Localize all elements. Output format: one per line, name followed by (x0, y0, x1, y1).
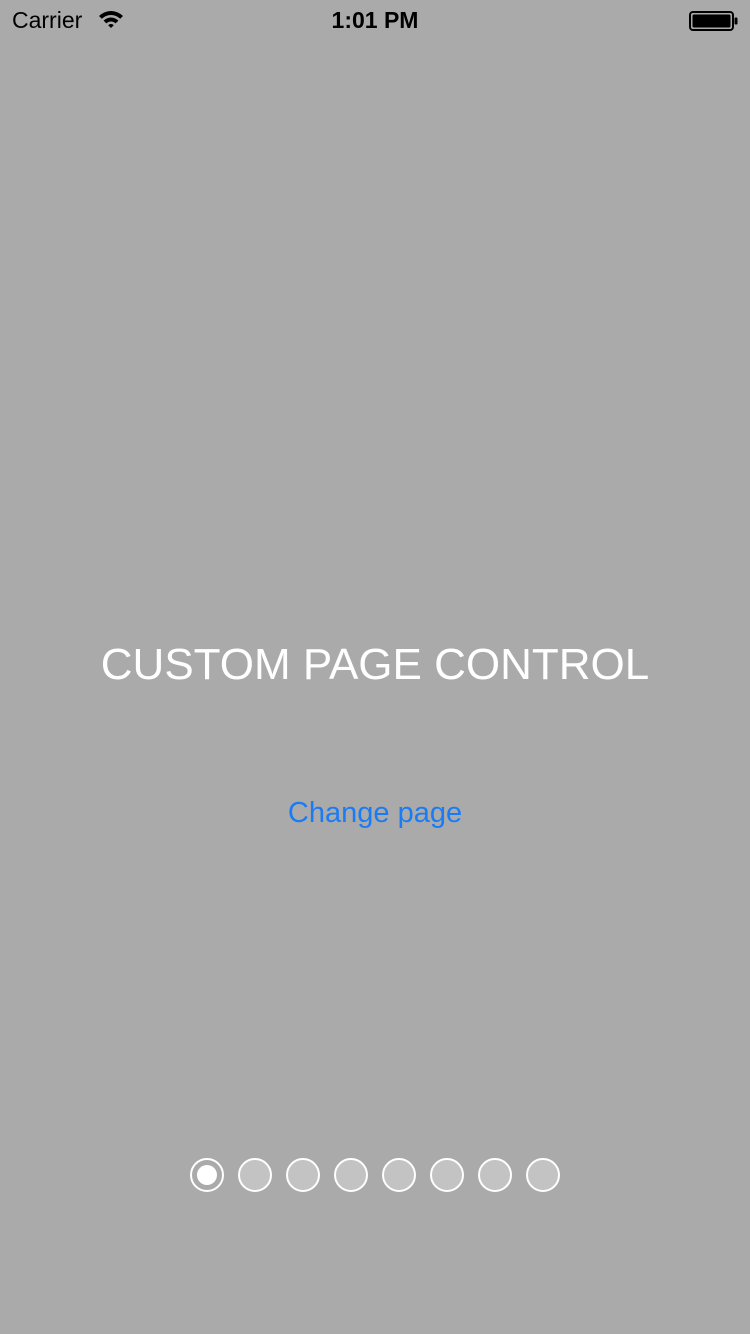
page-dot[interactable] (382, 1158, 416, 1192)
page-dot[interactable] (286, 1158, 320, 1192)
page-dot[interactable] (430, 1158, 464, 1192)
page-dot[interactable] (334, 1158, 368, 1192)
page-title: CUSTOM PAGE CONTROL (100, 640, 650, 689)
change-page-button[interactable]: Change page (250, 793, 500, 833)
page-dot[interactable] (478, 1158, 512, 1192)
page-dot-active[interactable] (190, 1158, 224, 1192)
page-dot[interactable] (238, 1158, 272, 1192)
status-time: 1:01 PM (331, 7, 419, 33)
status-bar: Carrier 1:01 PM (0, 0, 750, 40)
battery-full-icon (689, 11, 739, 31)
page-dot[interactable] (526, 1158, 560, 1192)
page-control[interactable] (0, 1158, 750, 1194)
